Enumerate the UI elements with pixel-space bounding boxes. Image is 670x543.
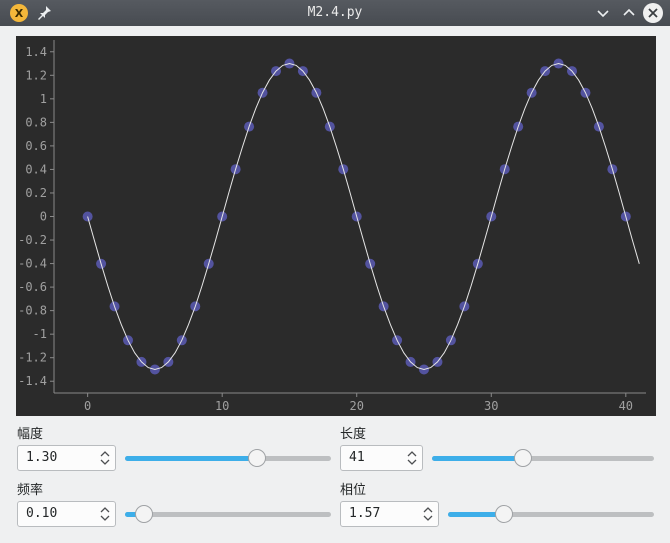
- phase-slider[interactable]: [448, 504, 654, 524]
- title-bar: X M2.4.py: [0, 0, 670, 26]
- spin-arrows-icon[interactable]: [99, 505, 111, 523]
- minimize-icon[interactable]: [594, 4, 612, 22]
- y-tick-label: 0.6: [25, 139, 47, 153]
- slider-fill: [125, 456, 257, 461]
- plot-area: 1.4 1.2 1 0.8 0.6 0.4 0.2 0 -0.2 -0.4 -0.6 -0.8 -1 -1…: [16, 36, 656, 416]
- x-tick-label: 40: [619, 399, 633, 413]
- y-tick-label: -0.8: [18, 304, 47, 318]
- slider-handle[interactable]: [514, 449, 533, 467]
- close-icon[interactable]: [643, 3, 663, 23]
- y-tick-label: 0: [40, 210, 47, 224]
- amplitude-spinbox[interactable]: 1.30: [17, 445, 116, 471]
- slider-groove: [125, 512, 331, 517]
- amplitude-slider[interactable]: [125, 448, 331, 468]
- sine-line: [87, 62, 640, 371]
- frequency-slider[interactable]: [125, 504, 331, 524]
- length-label: 长度: [340, 427, 367, 442]
- x-tick-label: 10: [215, 399, 229, 413]
- y-tick-label: 0.8: [25, 115, 47, 129]
- frequency-label: 频率: [17, 483, 44, 498]
- phase-spinbox[interactable]: 1.57: [340, 501, 439, 527]
- spin-arrows-icon[interactable]: [99, 449, 111, 467]
- length-value: 41: [349, 450, 365, 465]
- y-tick-label: -1.4: [18, 374, 47, 388]
- phase-label: 相位: [340, 483, 367, 498]
- slider-fill: [432, 456, 524, 461]
- y-tick-label: 1: [40, 92, 47, 106]
- amplitude-label: 幅度: [17, 427, 44, 442]
- frequency-value: 0.10: [26, 506, 58, 521]
- window-title: M2.4.py: [307, 5, 363, 20]
- y-tick-label: -0.4: [18, 257, 47, 271]
- x-tick-label: 0: [84, 399, 91, 413]
- phase-value: 1.57: [349, 506, 381, 521]
- spin-arrows-icon[interactable]: [422, 505, 434, 523]
- maximize-icon[interactable]: [620, 4, 638, 22]
- y-tick-label: -0.6: [18, 280, 47, 294]
- x-tick-label: 20: [350, 399, 364, 413]
- spin-arrows-icon[interactable]: [406, 449, 418, 467]
- y-tick-label: 0.2: [25, 186, 47, 200]
- x-tick-label: 30: [484, 399, 498, 413]
- sine-chart: 1.4 1.2 1 0.8 0.6 0.4 0.2 0 -0.2 -0.4 -0.6 -0.8 -1 -1…: [18, 40, 646, 413]
- amplitude-value: 1.30: [26, 450, 58, 465]
- slider-handle[interactable]: [134, 505, 153, 523]
- slider-handle[interactable]: [247, 449, 266, 467]
- y-tick-label: 1.4: [25, 45, 47, 59]
- y-tick-label: -1.2: [18, 351, 47, 365]
- y-tick-label: -0.2: [18, 233, 47, 247]
- y-tick-label: -1: [33, 327, 47, 341]
- frequency-spinbox[interactable]: 0.10: [17, 501, 116, 527]
- y-tick-label: 0.4: [25, 162, 47, 176]
- slider-handle[interactable]: [494, 505, 513, 523]
- y-tick-label: 1.2: [25, 68, 47, 82]
- length-slider[interactable]: [432, 448, 654, 468]
- length-spinbox[interactable]: 41: [340, 445, 423, 471]
